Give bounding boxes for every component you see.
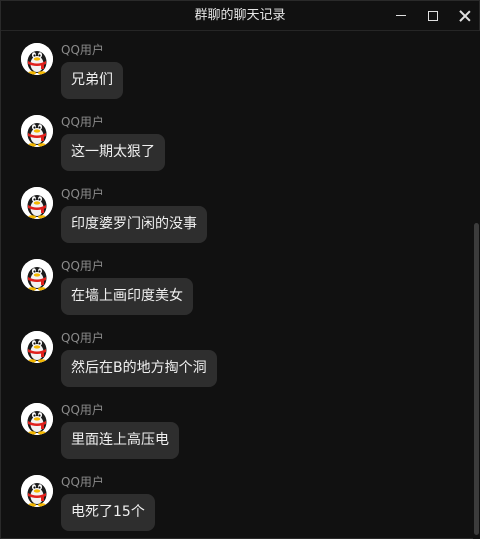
message-item: QQ用户 印度婆罗门闲的没事 xyxy=(1,175,461,247)
sender-name: QQ用户 xyxy=(61,115,104,129)
avatar[interactable] xyxy=(21,187,53,219)
minimize-icon xyxy=(396,15,406,16)
qq-penguin-icon xyxy=(21,43,53,75)
message-item: QQ用户 兄弟们 xyxy=(1,31,461,103)
close-icon xyxy=(459,10,471,22)
sender-name: QQ用户 xyxy=(61,187,104,201)
avatar[interactable] xyxy=(21,475,53,507)
vertical-scrollbar[interactable] xyxy=(473,31,480,539)
message-list[interactable]: QQ用户 兄弟们 QQ用户 这一期太狠了 QQ用户 印度婆罗门闲的没事 QQ用户… xyxy=(1,31,473,539)
title-bar[interactable]: 群聊的聊天记录 xyxy=(1,1,479,31)
message-item: QQ用户 这一期太狠了 xyxy=(1,103,461,175)
avatar[interactable] xyxy=(21,259,53,291)
sender-name: QQ用户 xyxy=(61,403,104,417)
message-bubble[interactable]: 电死了15个 xyxy=(61,494,155,531)
maximize-button[interactable] xyxy=(418,1,448,30)
message-item: QQ用户 电死了15个 xyxy=(1,463,461,535)
sender-name: QQ用户 xyxy=(61,331,104,345)
maximize-icon xyxy=(428,10,438,21)
message-bubble[interactable]: 印度婆罗门闲的没事 xyxy=(61,206,207,243)
avatar[interactable] xyxy=(21,331,53,363)
message-bubble[interactable]: 然后在B的地方掏个洞 xyxy=(61,350,217,387)
message-item: QQ用户 在墙上画印度美女 xyxy=(1,247,461,319)
qq-penguin-icon xyxy=(21,259,53,291)
sender-name: QQ用户 xyxy=(61,259,104,273)
close-button[interactable] xyxy=(450,1,480,30)
message-bubble[interactable]: 里面连上高压电 xyxy=(61,422,179,459)
qq-penguin-icon xyxy=(21,115,53,147)
scrollbar-thumb[interactable] xyxy=(474,223,479,535)
sender-name: QQ用户 xyxy=(61,43,104,57)
avatar[interactable] xyxy=(21,43,53,75)
qq-penguin-icon xyxy=(21,331,53,363)
qq-penguin-icon xyxy=(21,475,53,507)
message-bubble[interactable]: 兄弟们 xyxy=(61,62,123,99)
qq-penguin-icon xyxy=(21,403,53,435)
chat-history-window: 群聊的聊天记录 QQ用户 兄弟们 QQ用户 这一期太狠了 QQ用户 印度婆罗门闲… xyxy=(0,0,480,539)
minimize-button[interactable] xyxy=(386,1,416,30)
message-item: QQ用户 然后在B的地方掏个洞 xyxy=(1,319,461,391)
message-bubble[interactable]: 在墙上画印度美女 xyxy=(61,278,193,315)
avatar[interactable] xyxy=(21,115,53,147)
message-bubble[interactable]: 这一期太狠了 xyxy=(61,134,165,171)
sender-name: QQ用户 xyxy=(61,475,104,489)
avatar[interactable] xyxy=(21,403,53,435)
qq-penguin-icon xyxy=(21,187,53,219)
message-item: QQ用户 里面连上高压电 xyxy=(1,391,461,463)
